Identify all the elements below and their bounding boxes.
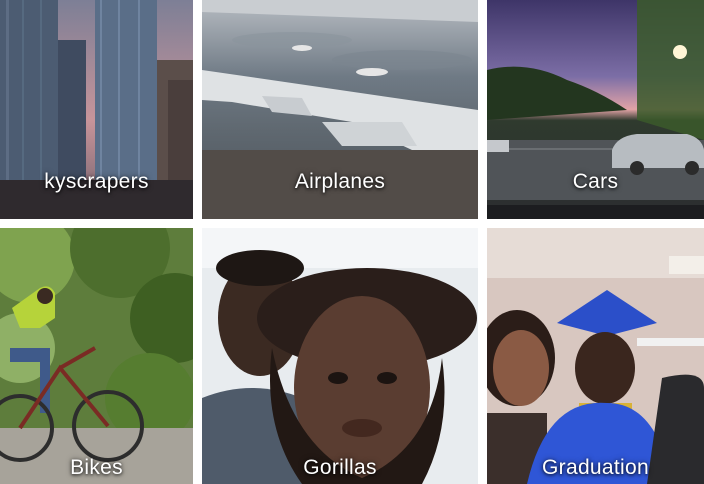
bikes-photo: [0, 228, 193, 484]
category-tile-graduation[interactable]: Graduation: [487, 228, 704, 484]
category-tile-bikes[interactable]: Bikes: [0, 228, 193, 484]
photo-category-grid: kyscrapers Airplanes Cars Bikes Gorillas…: [0, 0, 704, 484]
graduation-photo: [487, 228, 704, 484]
airplanes-photo: [202, 0, 478, 219]
category-tile-airplanes[interactable]: Airplanes: [202, 0, 478, 219]
category-tile-gorillas[interactable]: Gorillas: [202, 228, 478, 484]
category-tile-skyscrapers[interactable]: kyscrapers: [0, 0, 193, 219]
cars-photo: [487, 0, 704, 219]
gorillas-photo: [202, 228, 478, 484]
skyscrapers-photo: [0, 0, 193, 219]
category-tile-cars[interactable]: Cars: [487, 0, 704, 219]
